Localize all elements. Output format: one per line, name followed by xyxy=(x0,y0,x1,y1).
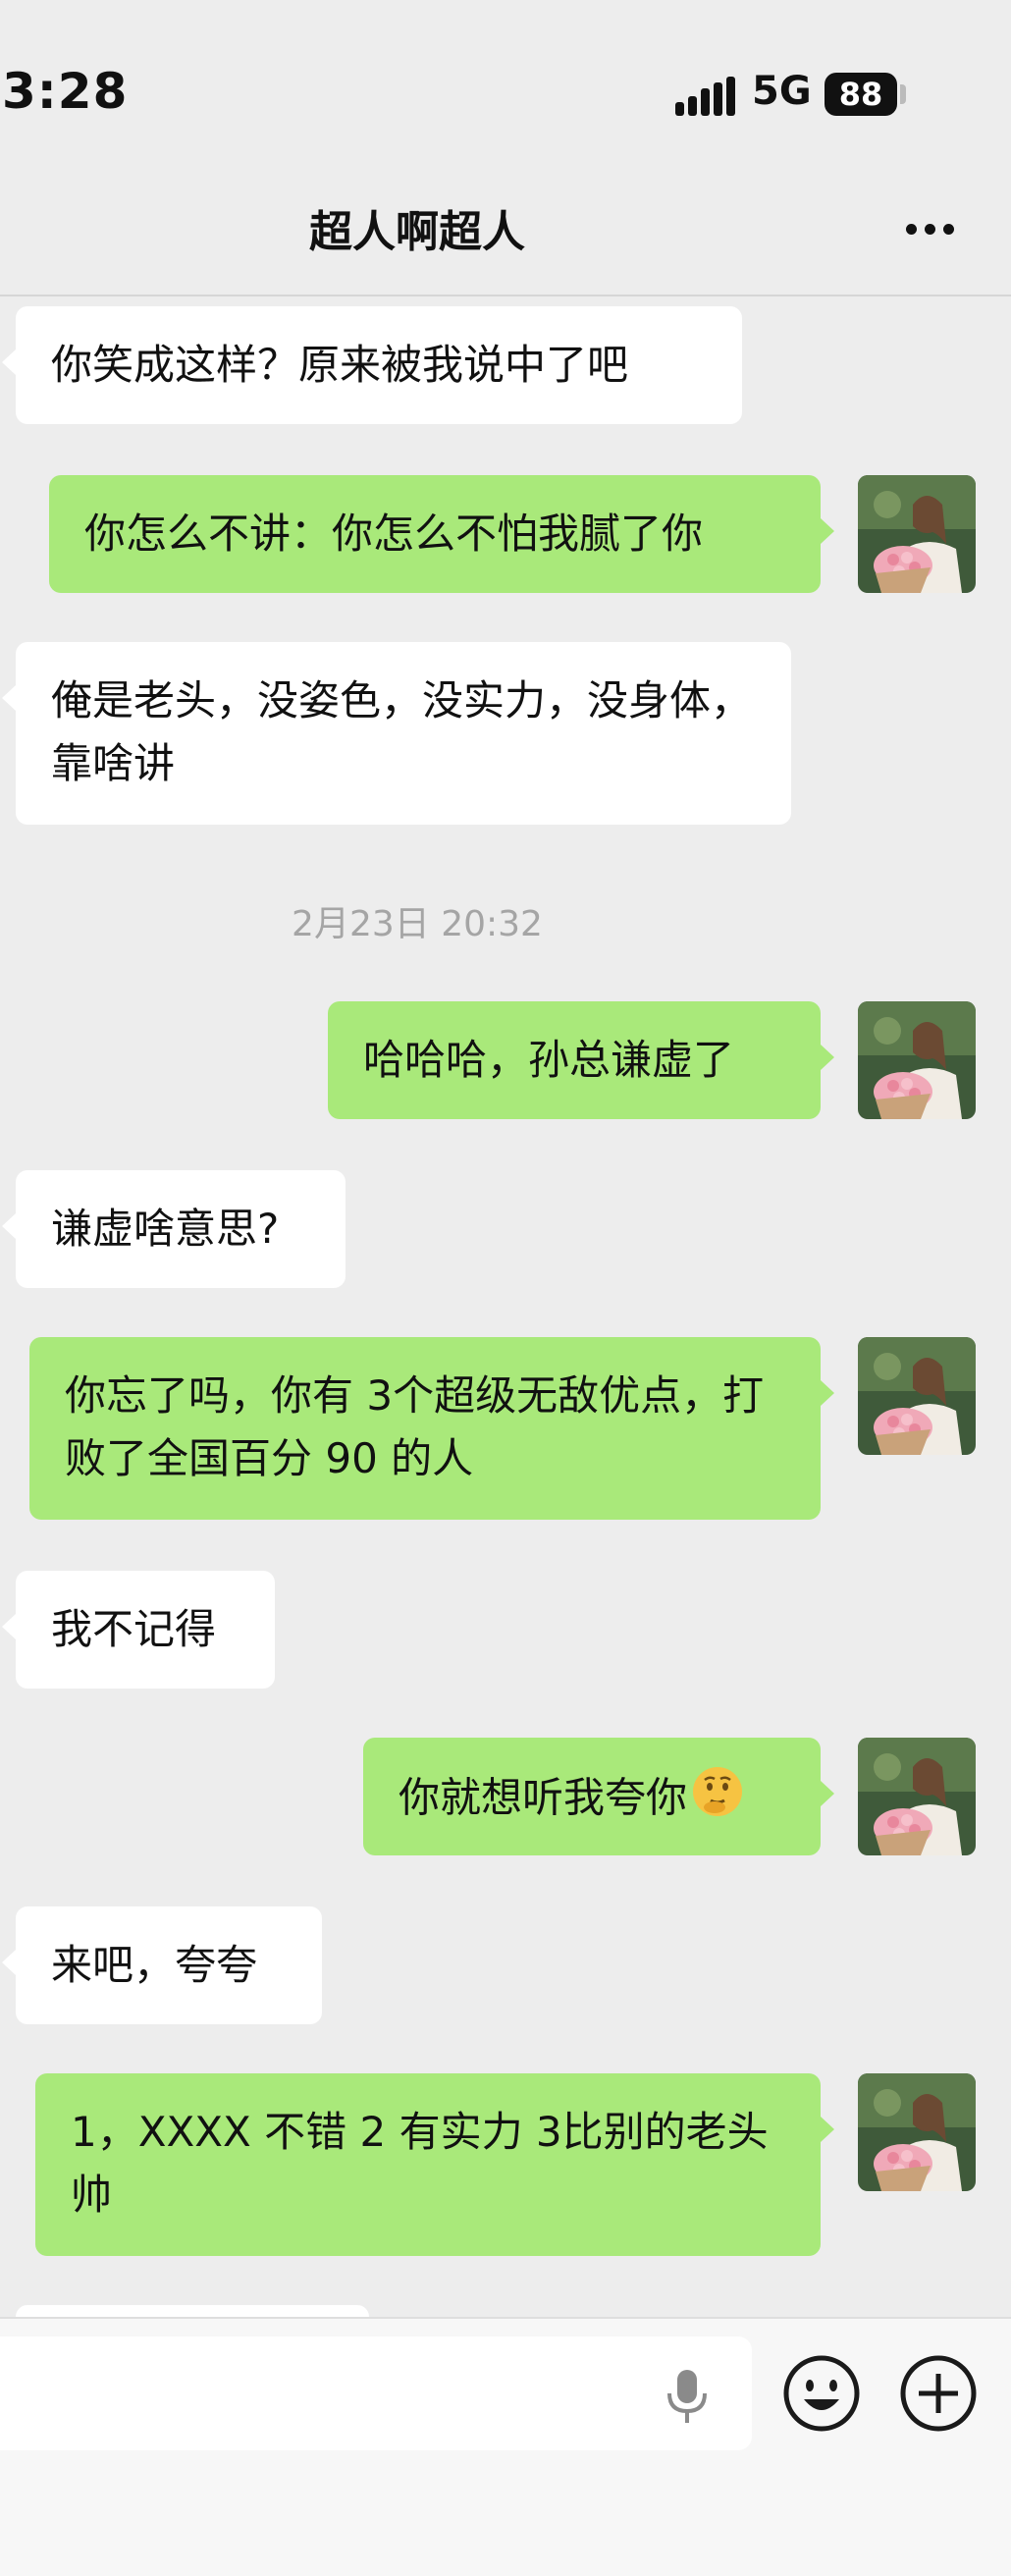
battery-icon: 88 xyxy=(825,73,897,116)
message-incoming[interactable]: 俺是老头，没姿色，没实力，没身体，靠啥讲 xyxy=(2,642,791,825)
message-outgoing[interactable]: 1，XXXX 不错 2 有实力 3比别的老头帅 xyxy=(35,2073,834,2256)
message-incoming[interactable]: 我不记得 xyxy=(2,1571,275,1689)
avatar[interactable] xyxy=(858,2073,976,2191)
message-outgoing[interactable]: 哈哈哈，孙总谦虚了 xyxy=(328,1001,834,1119)
message-text: 你笑成这样？原来被我说中了吧 xyxy=(51,341,629,389)
message-text: 我不记得 xyxy=(51,1605,217,1653)
message-incoming[interactable]: 来吧，夸夸 xyxy=(2,1906,322,2024)
message-incoming[interactable]: 谦虚啥意思? xyxy=(2,1170,346,1288)
header-divider xyxy=(0,295,1011,296)
message-outgoing[interactable]: 你忘了吗，你有 3个超级无敌优点，打败了全国百分 90 的人 xyxy=(29,1337,834,1520)
more-options-icon[interactable] xyxy=(906,224,955,236)
emoji-icon[interactable] xyxy=(782,2354,861,2433)
message-text: 你就想听我夸你 xyxy=(399,1773,688,1822)
message-incoming[interactable]: 你笑成这样？原来被我说中了吧 xyxy=(2,306,742,424)
message-input[interactable] xyxy=(0,2336,752,2450)
message-text: 哈哈哈，孙总谦虚了 xyxy=(363,1036,735,1084)
message-outgoing[interactable]: 你怎么不讲：你怎么不怕我腻了你 xyxy=(49,475,834,593)
chat-title: 超人啊超人 xyxy=(309,207,525,257)
message-text: 1，XXXX 不错 2 有实力 3比别的老头帅 xyxy=(71,2108,769,2219)
message-text: 俺是老头，没姿色，没实力，没身体，靠啥讲 xyxy=(51,676,753,787)
message-timestamp: 2月23日 20:32 xyxy=(292,904,543,944)
message-text: 你怎么不讲：你怎么不怕我腻了你 xyxy=(84,510,704,558)
avatar[interactable] xyxy=(858,1738,976,1855)
plus-icon[interactable] xyxy=(899,2354,978,2433)
message-text: 谦虚啥意思? xyxy=(51,1205,280,1253)
avatar[interactable] xyxy=(858,475,976,593)
message-text: 你忘了吗，你有 3个超级无敌优点，打败了全国百分 90 的人 xyxy=(65,1371,765,1482)
battery-tip xyxy=(900,84,906,104)
avatar[interactable] xyxy=(858,1001,976,1119)
microphone-icon[interactable] xyxy=(663,2368,712,2427)
avatar[interactable] xyxy=(858,1337,976,1455)
signal-icon xyxy=(675,77,736,116)
network-type: 5G xyxy=(752,69,812,114)
message-text: 来吧，夸夸 xyxy=(51,1941,258,1989)
message-outgoing[interactable]: 你就想听我夸你 xyxy=(363,1738,834,1855)
status-time: 3:28 xyxy=(2,63,129,120)
status-bar: 3:28 5G 88 xyxy=(0,0,1011,187)
thinking-face-emoji xyxy=(691,1765,744,1836)
